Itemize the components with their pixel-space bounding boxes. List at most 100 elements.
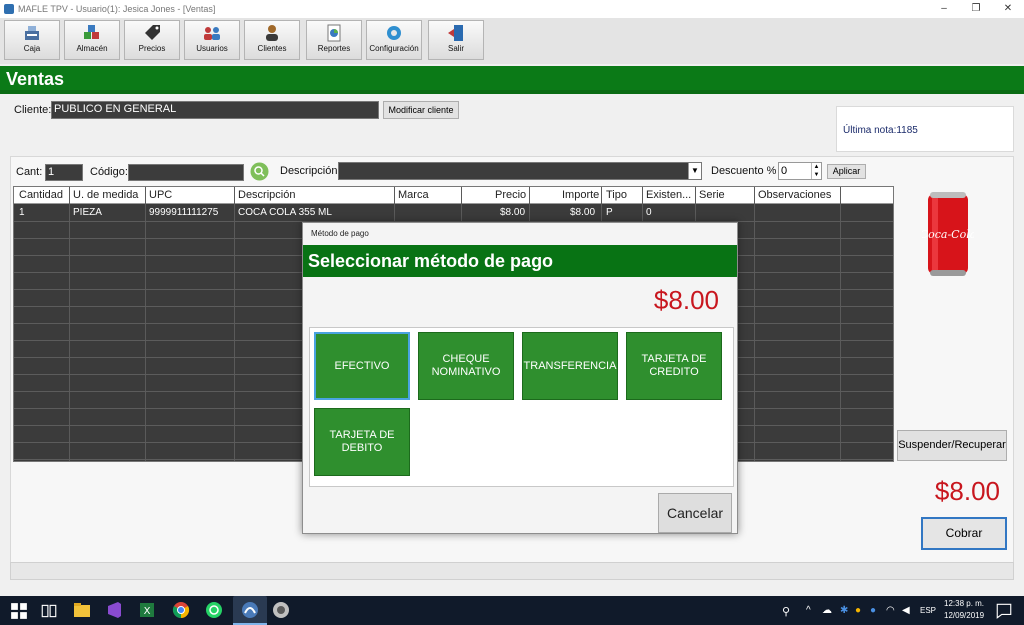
toolbar-caja-button[interactable]: Caja (4, 20, 60, 60)
chrome-icon[interactable] (172, 601, 190, 619)
exit-door-icon (448, 25, 463, 41)
task-view-icon[interactable] (40, 602, 58, 620)
cobrar-button[interactable]: Cobrar (921, 517, 1007, 550)
toolbar-clientes-button[interactable]: Clientes (244, 20, 300, 60)
status-bar (10, 562, 1014, 580)
cell-tipo: P (606, 207, 613, 218)
page-title: Ventas (6, 69, 65, 89)
column-header[interactable]: Tipo (603, 189, 627, 201)
descripcion-select[interactable] (338, 162, 702, 180)
warehouse-icon (84, 25, 99, 39)
page-header: Ventas (0, 66, 1024, 94)
price-tag-icon (145, 25, 160, 40)
chevron-up-icon[interactable]: ^ (806, 605, 811, 616)
cell-descripcion: COCA COLA 355 ML (238, 207, 332, 218)
product-image: Coca-Cola (922, 192, 974, 276)
maximize-button[interactable]: ❐ (960, 0, 992, 18)
wifi-icon[interactable]: ◠ (886, 605, 895, 616)
client-field[interactable]: PUBLICO EN GENERAL (51, 101, 379, 119)
descripcion-label: Descripción (280, 165, 338, 177)
dialog-heading: Seleccionar método de pago (308, 251, 554, 271)
volume-icon[interactable]: ◀ (902, 605, 910, 616)
client-label: Cliente: (14, 104, 52, 116)
cell-precio: $8.00 (500, 207, 526, 218)
column-header[interactable]: Precio (492, 189, 526, 201)
toolbar-reportes-button[interactable]: Reportes (306, 20, 362, 60)
cell-existencia: 0 (646, 207, 652, 218)
suspend-recover-button[interactable]: Suspender/Recuperar (897, 430, 1007, 461)
cloud-icon[interactable]: ☁ (822, 605, 832, 616)
mafle-tpv-icon (242, 602, 258, 618)
descuento-value: 0 (781, 165, 788, 177)
toolbar-precios-button[interactable]: Precios (124, 20, 180, 60)
toolbar-salir-button[interactable]: Salir (428, 20, 484, 60)
column-header[interactable]: UPC (146, 189, 172, 201)
cell-cantidad: 1 (19, 207, 25, 218)
window-title: MAFLE TPV - Usuario(1): Jesica Jones - [… (18, 4, 216, 14)
start-icon[interactable] (10, 602, 28, 620)
codigo-label: Código: (90, 166, 128, 178)
cant-label: Cant: (16, 166, 43, 178)
notifications-icon[interactable] (995, 602, 1013, 620)
stepper-arrows-icon[interactable]: ▲ ▼ (811, 163, 821, 179)
users-icon (204, 27, 220, 40)
column-header[interactable]: Marca (395, 189, 429, 201)
payment-method-dialog: Método de pago Seleccionar método de pag… (302, 222, 738, 534)
gear-icon (387, 26, 401, 40)
svg-text:Coca-Cola: Coca-Cola (922, 228, 974, 241)
app-icon (4, 4, 14, 14)
descuento-label: Descuento % (711, 165, 777, 177)
dialog-header: Seleccionar método de pago (303, 245, 737, 277)
taskbar: X ⚲ ^ ☁ ✱ ● ● ◠ ◀ ESP 12:38 p. m. 12/09/… (0, 596, 1024, 625)
codigo-input[interactable] (128, 164, 244, 181)
dialog-window-title: Método de pago (311, 229, 369, 238)
clock-time[interactable]: 12:38 p. m. (944, 599, 984, 608)
pay-transferencia-button[interactable]: TRANSFERENCIA (522, 332, 618, 400)
column-header[interactable]: Serie (696, 189, 725, 201)
last-note-text: Última nota:1185 (843, 125, 918, 136)
modify-client-button[interactable]: Modificar cliente (383, 101, 459, 119)
main-toolbar: Caja Almacén Precios Usuarios Clientes R… (0, 18, 1024, 64)
column-header[interactable]: Cantidad (16, 189, 63, 201)
person-icon[interactable]: ⚲ (782, 605, 790, 618)
search-icon[interactable] (250, 162, 269, 181)
language-indicator[interactable]: ESP (920, 606, 936, 615)
toolbar-usuarios-button[interactable]: Usuarios (184, 20, 240, 60)
cancel-button[interactable]: Cancelar (658, 493, 732, 533)
toolbar-configuracion-button[interactable]: Configuración (366, 20, 422, 60)
bluetooth-icon[interactable]: ✱ (840, 605, 848, 616)
chrome-tray-icon[interactable]: ● (855, 605, 861, 616)
clock-date[interactable]: 12/09/2019 (944, 611, 984, 620)
pay-cheque-button[interactable]: CHEQUE NOMINATIVO (418, 332, 514, 400)
column-header[interactable]: Observaciones (755, 189, 831, 201)
table-row[interactable]: 1 PIEZA 9999911111275 COCA COLA 355 ML $… (14, 205, 893, 222)
file-explorer-icon[interactable] (73, 601, 91, 619)
visual-studio-icon[interactable] (105, 601, 123, 619)
app-icon[interactable] (272, 601, 290, 619)
excel-icon[interactable]: X (138, 601, 156, 619)
last-note-box: Última nota:1185 (836, 106, 1014, 152)
toolbar-almacen-button[interactable]: Almacén (64, 20, 120, 60)
client-icon (266, 25, 278, 41)
cant-input[interactable]: 1 (45, 164, 83, 181)
close-button[interactable]: ✕ (992, 0, 1024, 18)
pay-efectivo-button[interactable]: EFECTIVO (314, 332, 410, 400)
dialog-amount: $8.00 (653, 285, 719, 315)
sale-total: $8.00 (934, 476, 1000, 506)
pay-tarjeta-credito-button[interactable]: TARJETA DE CREDITO (626, 332, 722, 400)
column-header[interactable]: Importe (559, 189, 599, 201)
cell-upc: 9999911111275 (149, 207, 219, 218)
column-header[interactable]: Descripción (235, 189, 295, 201)
minimize-button[interactable]: – (928, 0, 960, 18)
whatsapp-icon[interactable] (205, 601, 223, 619)
cell-importe: $8.00 (570, 207, 596, 218)
mafle-tpv-taskbar-item[interactable] (233, 596, 267, 625)
pay-tarjeta-debito-button[interactable]: TARJETA DE DEBITO (314, 408, 410, 476)
descuento-stepper[interactable]: 0 ▲ ▼ (778, 162, 822, 180)
column-header[interactable]: U. de medida (70, 189, 138, 201)
chevron-down-icon[interactable]: ▼ (688, 163, 701, 179)
security-icon[interactable]: ● (870, 605, 876, 616)
aplicar-button[interactable]: Aplicar (827, 164, 866, 179)
column-header[interactable]: Existen... (643, 189, 691, 201)
payment-methods-panel: EFECTIVO CHEQUE NOMINATIVO TRANSFERENCIA… (309, 327, 734, 487)
